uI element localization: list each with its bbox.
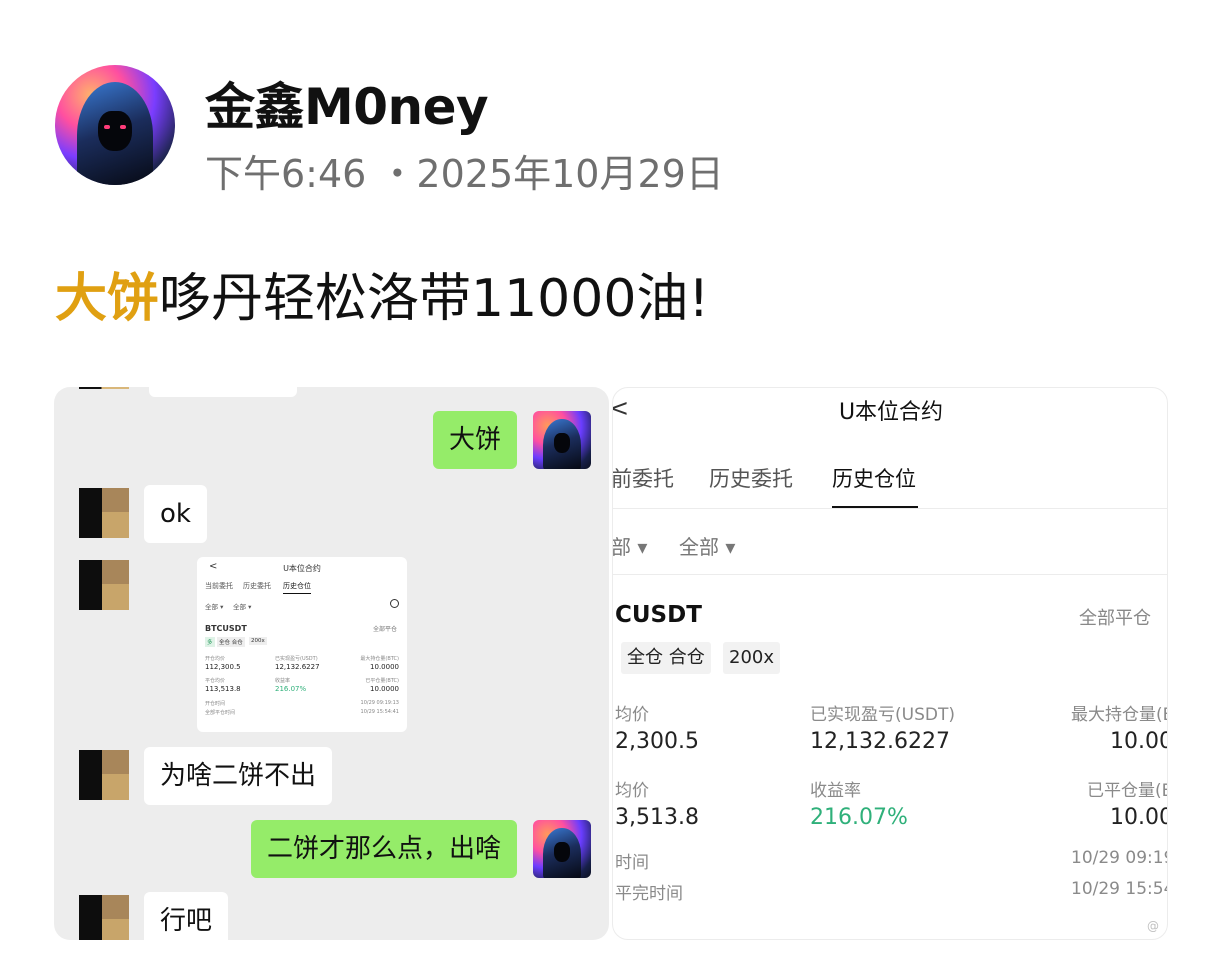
- close-time: 10/29 15:54: [1071, 879, 1168, 899]
- max-position-label: 最大持仓量(E: [1071, 705, 1168, 725]
- roi-label: 收益率: [810, 781, 861, 801]
- mini-tab: 历史仓位: [283, 581, 311, 594]
- divider: [613, 574, 1167, 575]
- chat-bubble: 为啥二饼不出: [144, 747, 333, 805]
- closed-qty: 10.00: [1110, 805, 1168, 830]
- post-header: 金鑫M0ney 下午6:46 ・2025年10月29日: [55, 65, 755, 196]
- leverage-tag: 200x: [723, 642, 781, 674]
- chat-bubble: 二饼才那么点，出啥: [250, 820, 517, 878]
- mini-tag: 多: [205, 637, 215, 647]
- close-price: 3,513.8: [615, 805, 699, 830]
- filter-dropdown[interactable]: 全部 ▾: [679, 531, 735, 560]
- roi-value: 216.07%: [810, 805, 908, 830]
- mini-filter: 全部 ▾: [233, 603, 252, 611]
- open-time: 10/29 09:19: [1071, 848, 1168, 868]
- tab-current-orders[interactable]: 前委托: [613, 463, 674, 493]
- mini-close-all: 全部平仓: [372, 626, 397, 633]
- post-timestamp: 下午6:46 ・2025年10月29日: [205, 152, 724, 196]
- post-text-body: 哆丹轻松洛带11000油!: [159, 269, 710, 329]
- realized-pnl-label: 已实现盈亏(USDT): [810, 705, 955, 725]
- tab-position-history[interactable]: 历史仓位: [832, 463, 916, 493]
- chat-bubble: 行吧: [144, 892, 229, 940]
- open-price: 2,300.5: [615, 729, 699, 754]
- close-price-label: 均价: [615, 781, 649, 801]
- position-symbol: CUSDT: [615, 602, 702, 628]
- contact-avatar: [79, 895, 129, 940]
- open-time-label: 时间: [615, 853, 649, 873]
- post-text-highlight: 大饼: [55, 269, 160, 329]
- close-all-button[interactable]: 全部平仓: [1079, 604, 1151, 630]
- watermark: @: [1147, 919, 1159, 933]
- contact-avatar: [79, 488, 129, 538]
- chat-message-in: 行吧: [144, 892, 229, 940]
- margin-mode-tag: 全仓 合仓: [621, 642, 711, 674]
- chat-screenshot[interactable]: 大饼 ok < U本位合约 当前委托 历史委托 历史仓位 全部 ▾ 全部 ▾ B…: [54, 387, 609, 940]
- mini-tab: 当前委托: [205, 582, 233, 590]
- my-avatar: [533, 411, 591, 469]
- panel-title: U本位合约: [838, 400, 944, 425]
- mini-filter: 全部 ▾: [205, 603, 224, 611]
- chat-message-out: 大饼: [432, 411, 517, 469]
- closed-qty-label: 已平仓量(E: [1087, 781, 1168, 801]
- divider: [613, 508, 1167, 509]
- chat-bubble: ok: [144, 485, 207, 543]
- author-avatar[interactable]: [55, 65, 175, 185]
- close-time-label: 平完时间: [615, 884, 683, 904]
- contact-avatar: [79, 560, 129, 610]
- mini-tag: 200x: [249, 637, 267, 645]
- contact-avatar: [79, 750, 129, 800]
- open-price-label: 均价: [615, 705, 649, 725]
- chat-bubble: 大饼: [432, 411, 517, 469]
- my-avatar: [533, 820, 591, 878]
- mini-title: U本位合约: [283, 564, 321, 573]
- realized-pnl: 12,132.6227: [810, 729, 950, 754]
- chat-message-out: 二饼才那么点，出啥: [250, 820, 517, 878]
- post-text: 大饼哆丹轻松洛带11000油!: [55, 256, 709, 331]
- position-screenshot[interactable]: < U本位合约 前委托 历史委托 历史仓位 部 ▾ 全部 ▾ CUSDT 全部平…: [612, 387, 1168, 940]
- mini-symbol: BTCUSDT: [205, 624, 247, 633]
- chat-message-in: ok: [144, 485, 207, 543]
- clock-icon: [390, 599, 399, 608]
- mini-tag: 全仓 合仓: [217, 637, 245, 647]
- shared-image[interactable]: < U本位合约 当前委托 历史委托 历史仓位 全部 ▾ 全部 ▾ BTCUSDT…: [197, 557, 407, 732]
- filter-dropdown[interactable]: 部 ▾: [613, 531, 647, 560]
- mini-tab: 历史委托: [243, 582, 271, 590]
- tab-order-history[interactable]: 历史委托: [709, 463, 793, 493]
- max-position: 10.00: [1110, 729, 1168, 754]
- author-name[interactable]: 金鑫M0ney: [205, 67, 489, 139]
- chat-message-in: 为啥二饼不出: [144, 747, 333, 805]
